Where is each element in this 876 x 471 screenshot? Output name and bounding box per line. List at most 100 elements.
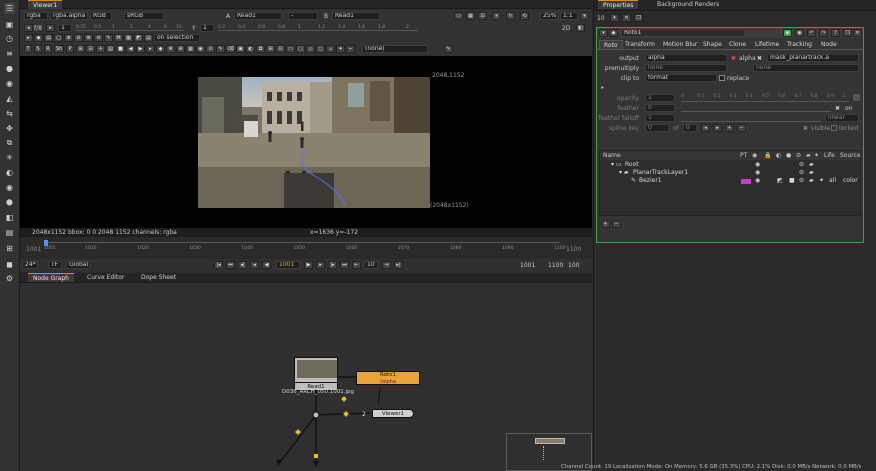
toolbar-btn-z[interactable]: ▵	[326, 45, 335, 53]
eye-icon[interactable]: ◉	[4, 182, 15, 193]
gizmo-icon[interactable]: ⊞	[4, 243, 15, 254]
expand-arrow-icon[interactable]: ▸	[601, 84, 604, 91]
feather-on-checkbox[interactable]: ✖	[835, 105, 840, 112]
toolbar-btn-i[interactable]: ◆	[156, 45, 165, 53]
metadata-icon[interactable]: ▤	[4, 227, 15, 238]
next-key-icon[interactable]: ▸	[713, 124, 722, 132]
none-dropdown[interactable]: (none)	[362, 45, 428, 53]
wipe-dropdown[interactable]: -	[288, 12, 318, 20]
overlay-toggle[interactable]: ◩	[777, 177, 783, 185]
toolbar-btn-j[interactable]: ⊗	[166, 45, 175, 53]
toolbar-btn-e[interactable]: ■	[116, 45, 125, 53]
lock-button[interactable]: ⟲	[520, 12, 529, 20]
tool-button-2[interactable]: ◆	[34, 34, 43, 42]
splinekey-field[interactable]: 0	[645, 124, 669, 132]
float-panels-button[interactable]: ❐	[634, 14, 643, 22]
toolbar-btn-r[interactable]: ◐	[246, 45, 255, 53]
opacity-anim-button[interactable]	[853, 94, 860, 101]
tf-dropdown[interactable]: TF	[48, 261, 62, 269]
proxy-button[interactable]: ⊡	[478, 12, 487, 20]
channel-icon[interactable]: ≡	[4, 48, 15, 59]
ptab-motion-blur[interactable]: Motion Blur	[659, 40, 701, 49]
views-icon[interactable]: ◐	[4, 167, 15, 178]
premultiply-dropdown[interactable]: none	[645, 64, 727, 72]
toolbar-btn-k[interactable]: ⊕	[176, 45, 185, 53]
ptab-tracking[interactable]: Tracking	[783, 40, 816, 49]
bezier-color-swatch[interactable]	[741, 179, 751, 184]
time-icon[interactable]: ◷	[4, 33, 15, 44]
clipto-dropdown[interactable]: format	[645, 74, 717, 82]
feather-slider[interactable]	[681, 104, 831, 112]
fps-dropdown[interactable]: 24*	[22, 261, 38, 269]
node-color-button[interactable]: ◉	[783, 29, 792, 37]
pointer-icon[interactable]: ☰	[4, 3, 15, 14]
tool-button-9[interactable]: ✎	[104, 34, 113, 42]
display-dropdown[interactable]: RGB	[90, 12, 112, 20]
viewer-node[interactable]: Viewer1	[372, 409, 414, 418]
collapse-button[interactable]: ▾	[599, 29, 608, 37]
toolbar-btn-v[interactable]: ▭	[286, 45, 295, 53]
tab-viewer1[interactable]: Viewer1	[28, 0, 63, 9]
toolbar-btn-a[interactable]: ⊞	[76, 45, 85, 53]
roto-tool-sh[interactable]: Sh	[54, 45, 64, 53]
roto-tool-s[interactable]: S	[34, 45, 42, 53]
toolbar-btn-m[interactable]: ◉	[196, 45, 205, 53]
lock-panels-button[interactable]: ⏵	[610, 14, 619, 22]
range-dropdown[interactable]: Global	[66, 261, 90, 269]
gain-field[interactable]: 1	[58, 24, 72, 32]
current-frame-field[interactable]: 1001	[276, 261, 300, 269]
next-frame-button[interactable]: ▸	[316, 261, 325, 269]
roto-tool-r[interactable]: R	[44, 45, 52, 53]
premultiply-right-dropdown[interactable]: none	[753, 64, 859, 72]
ptab-clone[interactable]: Clone	[725, 40, 750, 49]
toolbar-btn-l[interactable]: ▦	[186, 45, 195, 53]
mask-source-dropdown[interactable]: mask_planartrack.a	[767, 54, 859, 62]
tool-button-10[interactable]: ⌘	[114, 34, 123, 42]
blend-toggle[interactable]: ▰	[809, 169, 814, 177]
roto-tool-p[interactable]: P	[66, 45, 74, 53]
tool-button-7[interactable]: ⊗	[84, 34, 93, 42]
toolbar-btn-y[interactable]: ○	[316, 45, 325, 53]
filter-icon[interactable]: ◉	[4, 78, 15, 89]
of-field[interactable]: 0	[683, 124, 697, 132]
toolbar-btn-w[interactable]: ▢	[296, 45, 305, 53]
ptab-lifetime[interactable]: Lifetime	[751, 40, 783, 49]
visible-checkbox[interactable]: ✖	[803, 125, 808, 132]
tree-row-root[interactable]: ▾ ▭ Root ◉ ⊘ ▰	[603, 161, 857, 169]
visible-toggle[interactable]: ◉	[755, 177, 760, 185]
motionblur-toggle[interactable]: ✦	[819, 177, 824, 185]
in-point-button[interactable]: |◂	[214, 261, 223, 269]
skip-back-button[interactable]: ⇤	[352, 261, 361, 269]
tool-button-3[interactable]: ▤	[44, 34, 53, 42]
tab-background-renders[interactable]: Background Renders	[652, 0, 724, 9]
toolbar-btn-o[interactable]: ✎	[216, 45, 225, 53]
toolbar-btn-x[interactable]: ◇	[306, 45, 315, 53]
toolbar-btn-t[interactable]: ⊞	[266, 45, 275, 53]
tool-button-6[interactable]: ⊖	[74, 34, 83, 42]
close-button[interactable]: ✕	[853, 29, 862, 37]
ptab-roto[interactable]: Roto	[599, 40, 623, 49]
delete-key-icon[interactable]: −	[737, 124, 746, 132]
last-frame-button[interactable]: ⏭	[340, 261, 349, 269]
toolbar-btn-s[interactable]: ⧉	[256, 45, 265, 53]
tool-button-4[interactable]: ▢	[54, 34, 63, 42]
blend-toggle[interactable]: ▰	[809, 177, 814, 185]
select-icon[interactable]: ▣	[4, 19, 15, 30]
gain-slider[interactable]: 0.25 0.5 1 2 4 8 16	[76, 25, 184, 31]
toolsets-icon[interactable]: ⬢	[4, 197, 15, 208]
prev-key-icon[interactable]: ◂	[701, 124, 710, 132]
color-icon[interactable]: ●	[4, 63, 15, 74]
opacity-slider[interactable]: 0 0.1 0.2 0.3 0.4 0.5 0.6 0.7 0.8 0.9 1	[681, 94, 849, 102]
view-mode-button[interactable]: ◧	[576, 24, 585, 32]
tree-row-bezier[interactable]: ✎ Bezier1 ◉ ◩ ■ ⊘ ▰ ✦ all color	[603, 177, 858, 185]
tool-button-8[interactable]: ⊘	[94, 34, 103, 42]
loop-count[interactable]: 100	[568, 262, 579, 269]
opacity-field[interactable]: 1	[645, 94, 675, 102]
fstop-prev[interactable]: ◂	[24, 24, 33, 32]
play-button[interactable]: ▶	[304, 261, 313, 269]
colorspace-dropdown[interactable]: sRGB	[124, 12, 164, 20]
help-button[interactable]: ?	[831, 29, 840, 37]
pause-button[interactable]: ⏸	[492, 12, 501, 20]
toolbar-btn-d[interactable]: ▤	[106, 45, 115, 53]
cube-icon[interactable]: ◼	[4, 259, 15, 270]
